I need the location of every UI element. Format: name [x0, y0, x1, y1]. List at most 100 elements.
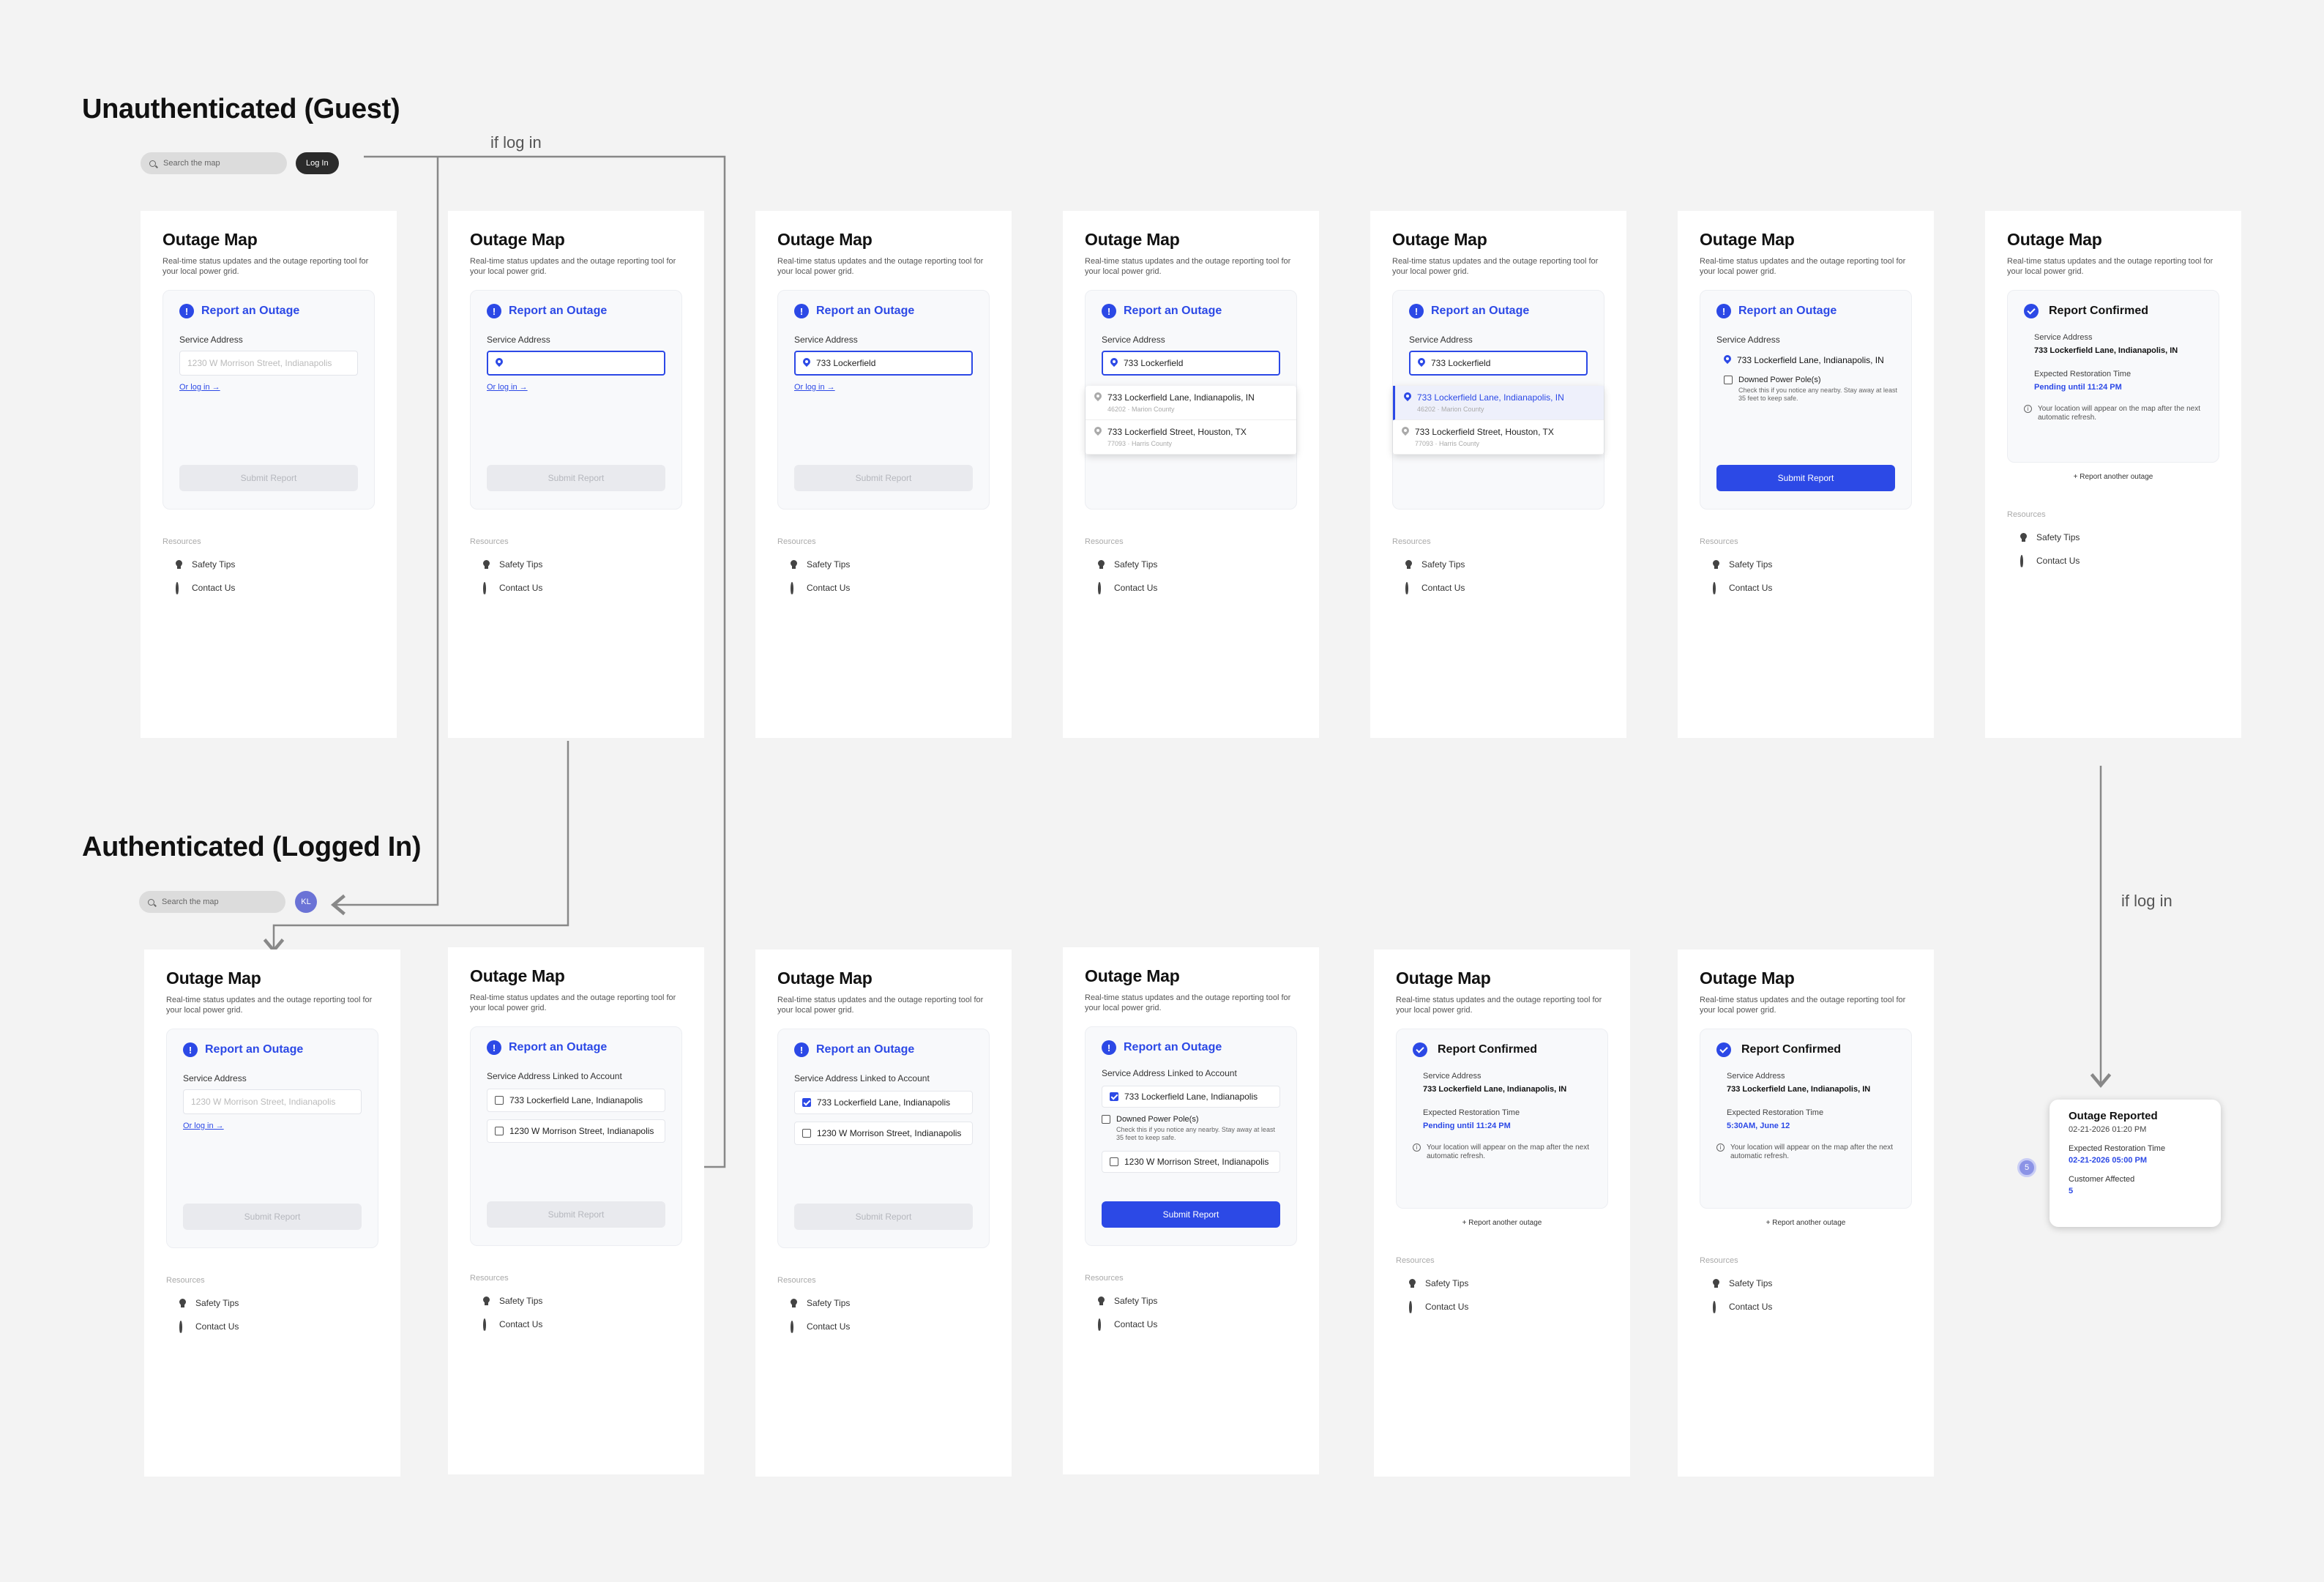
address-input[interactable]: 1230 W Morrison Street, Indianapolis [183, 1089, 362, 1114]
bulb-icon [791, 560, 798, 569]
report-another-link[interactable]: + Report another outage [2007, 473, 2219, 481]
contact-us-link[interactable]: Contact Us [166, 1321, 378, 1334]
outage-cluster-marker[interactable]: 5 [2017, 1158, 2036, 1177]
contact-us-label: Contact Us [807, 583, 851, 593]
report-another-link[interactable]: + Report another outage [1396, 1219, 1608, 1227]
linked-address-option[interactable]: 733 Lockerfield Lane, Indianapolis [1102, 1086, 1280, 1108]
downed-pole-checkbox[interactable]: Downed Power Pole(s) [1102, 1115, 1280, 1124]
submit-button[interactable]: Submit Report [179, 465, 358, 491]
report-card: ! Report an Outage Service Address 733 Lo… [777, 290, 990, 510]
contact-us-label: Contact Us [1729, 583, 1773, 593]
submit-button[interactable]: Submit Report [487, 1201, 665, 1228]
app-subtitle: Real-time status updates and the outage … [1700, 257, 1906, 276]
or-login-link[interactable]: Or log in → [179, 383, 220, 392]
app-subtitle: Real-time status updates and the outage … [2007, 257, 2213, 276]
or-login-link[interactable]: Or log in → [183, 1122, 224, 1130]
address-input[interactable]: 733 Lockerfield [794, 351, 973, 376]
contact-us-link[interactable]: Contact Us [777, 582, 990, 595]
suggestion-item[interactable]: 733 Lockerfield Street, Houston, TX 77093… [1086, 420, 1296, 455]
submit-button[interactable]: Submit Report [183, 1204, 362, 1230]
submit-button[interactable]: Submit Report [794, 1204, 973, 1230]
contact-us-link[interactable]: Contact Us [1700, 1301, 1912, 1314]
safety-tips-link[interactable]: Safety Tips [1085, 1296, 1297, 1306]
checkbox[interactable] [1724, 376, 1733, 384]
submit-button[interactable]: Submit Report [1102, 1201, 1280, 1228]
contact-us-link[interactable]: Contact Us [1700, 582, 1912, 595]
checkbox[interactable] [1110, 1157, 1118, 1166]
bulb-icon [1098, 1296, 1105, 1305]
address-input[interactable] [487, 351, 665, 376]
service-address-label: Service Address [1423, 1072, 1482, 1081]
safety-tips-link[interactable]: Safety Tips [1392, 559, 1604, 570]
address-input[interactable]: 733 Lockerfield [1409, 351, 1588, 376]
service-address-label: Service Address [1409, 335, 1473, 345]
downed-pole-checkbox[interactable]: Downed Power Pole(s) [1716, 376, 1895, 384]
guest-frame-suggestions: Outage Map Real-time status updates and … [1063, 211, 1319, 738]
headset-icon [1405, 582, 1413, 595]
suggestion-item-selected[interactable]: 733 Lockerfield Lane, Indianapolis, IN 46… [1393, 386, 1604, 420]
guest-frame-empty: Outage Map Real-time status updates and … [141, 211, 397, 738]
address-input[interactable]: 1230 W Morrison Street, Indianapolis [179, 351, 358, 376]
submit-button[interactable]: Submit Report [1716, 465, 1895, 491]
auth-frame-ready: Outage Map Real-time status updates and … [1063, 947, 1319, 1474]
contact-us-link[interactable]: Contact Us [470, 582, 682, 595]
popup-timestamp: 02-21-2026 01:20 PM [2069, 1125, 2147, 1134]
contact-us-link[interactable]: Contact Us [1392, 582, 1604, 595]
safety-tips-link[interactable]: Safety Tips [1700, 559, 1912, 570]
contact-us-link[interactable]: Contact Us [1396, 1301, 1608, 1314]
safety-tips-link[interactable]: Safety Tips [1085, 559, 1297, 570]
linked-address-option[interactable]: 1230 W Morrison Street, Indianapolis [487, 1119, 665, 1143]
confirmed-title: Report Confirmed [1741, 1043, 1841, 1056]
linked-address-text: 1230 W Morrison Street, Indianapolis [509, 1126, 654, 1136]
safety-tips-link[interactable]: Safety Tips [777, 1298, 990, 1308]
report-title: Report an Outage [816, 305, 915, 317]
or-login-link[interactable]: Or log in → [487, 383, 528, 392]
guest-frame-suggestion-hover: Outage Map Real-time status updates and … [1370, 211, 1626, 738]
linked-address-option[interactable]: 1230 W Morrison Street, Indianapolis [794, 1122, 973, 1145]
contact-us-link[interactable]: Contact Us [1085, 1318, 1297, 1332]
suggestion-item[interactable]: 733 Lockerfield Lane, Indianapolis, IN 46… [1086, 386, 1296, 420]
linked-address-option[interactable]: 1230 W Morrison Street, Indianapolis [1102, 1151, 1280, 1173]
alert-icon: ! [1716, 304, 1731, 318]
expected-value: 5:30AM, June 12 [1727, 1122, 1790, 1130]
service-address-label: Service Address [1716, 335, 1780, 345]
safety-tips-link[interactable]: Safety Tips [162, 559, 375, 570]
report-another-link[interactable]: + Report another outage [1700, 1219, 1912, 1227]
contact-us-link[interactable]: Contact Us [2007, 555, 2219, 568]
pin-icon [1110, 358, 1118, 368]
report-title: Report an Outage [201, 305, 300, 317]
safety-tips-link[interactable]: Safety Tips [470, 1296, 682, 1306]
safety-tips-link[interactable]: Safety Tips [166, 1298, 378, 1308]
safety-tips-link[interactable]: Safety Tips [777, 559, 990, 570]
safety-tips-link[interactable]: Safety Tips [470, 559, 682, 570]
report-title: Report an Outage [205, 1043, 304, 1056]
linked-address-option[interactable]: 733 Lockerfield Lane, Indianapolis [794, 1091, 973, 1114]
contact-us-link[interactable]: Contact Us [1085, 582, 1297, 595]
app-subtitle: Real-time status updates and the outage … [1396, 996, 1602, 1015]
safety-tips-link[interactable]: Safety Tips [2007, 532, 2219, 542]
report-card: ! Report an Outage Service Address 1230 W… [166, 1029, 378, 1248]
checkbox-checked[interactable] [1110, 1092, 1118, 1101]
contact-us-link[interactable]: Contact Us [162, 582, 375, 595]
expected-label: Expected Restoration Time [1423, 1108, 1520, 1117]
selected-address[interactable]: 733 Lockerfield Lane, Indianapolis, IN [1716, 355, 1895, 365]
resources-label: Resources [1085, 537, 1124, 546]
bulb-icon [1409, 1279, 1416, 1288]
expected-value: Pending until 11:24 PM [1423, 1122, 1511, 1130]
safety-tips-link[interactable]: Safety Tips [1396, 1278, 1608, 1288]
suggestion-item[interactable]: 733 Lockerfield Street, Houston, TX 77093… [1393, 420, 1604, 455]
checkbox[interactable] [495, 1096, 504, 1105]
checkbox[interactable] [802, 1129, 811, 1138]
contact-us-link[interactable]: Contact Us [470, 1318, 682, 1332]
safety-tips-link[interactable]: Safety Tips [1700, 1278, 1912, 1288]
confirmation-card: Report Confirmed Service Address 733 Loc… [1700, 1029, 1912, 1209]
submit-button[interactable]: Submit Report [794, 465, 973, 491]
submit-button[interactable]: Submit Report [487, 465, 665, 491]
checkbox[interactable] [1102, 1115, 1110, 1124]
or-login-link[interactable]: Or log in → [794, 383, 835, 392]
address-input[interactable]: 733 Lockerfield [1102, 351, 1280, 376]
checkbox[interactable] [495, 1127, 504, 1135]
checkbox-checked[interactable] [802, 1098, 811, 1107]
contact-us-link[interactable]: Contact Us [777, 1321, 990, 1334]
linked-address-option[interactable]: 733 Lockerfield Lane, Indianapolis [487, 1089, 665, 1112]
